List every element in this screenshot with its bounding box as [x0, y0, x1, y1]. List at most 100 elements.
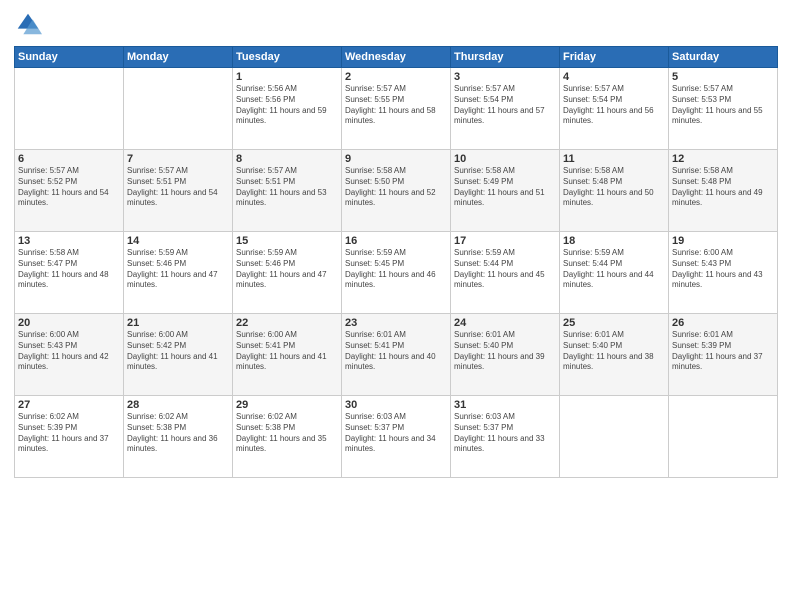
calendar-cell: 25Sunrise: 6:01 AM Sunset: 5:40 PM Dayli… [560, 314, 669, 396]
day-number: 24 [454, 317, 556, 329]
day-number: 29 [236, 399, 338, 411]
day-number: 31 [454, 399, 556, 411]
calendar-cell: 3Sunrise: 5:57 AM Sunset: 5:54 PM Daylig… [451, 68, 560, 150]
calendar-cell: 22Sunrise: 6:00 AM Sunset: 5:41 PM Dayli… [233, 314, 342, 396]
weekday-header: Monday [124, 47, 233, 68]
day-info: Sunrise: 5:58 AM Sunset: 5:47 PM Dayligh… [18, 248, 120, 291]
calendar-cell: 5Sunrise: 5:57 AM Sunset: 5:53 PM Daylig… [669, 68, 778, 150]
calendar-cell: 10Sunrise: 5:58 AM Sunset: 5:49 PM Dayli… [451, 150, 560, 232]
calendar-cell [15, 68, 124, 150]
day-info: Sunrise: 6:00 AM Sunset: 5:43 PM Dayligh… [18, 330, 120, 373]
calendar-cell: 24Sunrise: 6:01 AM Sunset: 5:40 PM Dayli… [451, 314, 560, 396]
day-number: 18 [563, 235, 665, 247]
calendar-header: SundayMondayTuesdayWednesdayThursdayFrid… [15, 47, 778, 68]
day-info: Sunrise: 6:02 AM Sunset: 5:38 PM Dayligh… [236, 412, 338, 455]
day-number: 22 [236, 317, 338, 329]
calendar-cell: 15Sunrise: 5:59 AM Sunset: 5:46 PM Dayli… [233, 232, 342, 314]
logo-icon [14, 10, 42, 38]
calendar-cell: 12Sunrise: 5:58 AM Sunset: 5:48 PM Dayli… [669, 150, 778, 232]
day-number: 9 [345, 153, 447, 165]
day-number: 5 [672, 71, 774, 83]
calendar-cell: 23Sunrise: 6:01 AM Sunset: 5:41 PM Dayli… [342, 314, 451, 396]
day-info: Sunrise: 6:00 AM Sunset: 5:43 PM Dayligh… [672, 248, 774, 291]
weekday-header: Thursday [451, 47, 560, 68]
calendar-cell: 7Sunrise: 5:57 AM Sunset: 5:51 PM Daylig… [124, 150, 233, 232]
calendar-cell: 19Sunrise: 6:00 AM Sunset: 5:43 PM Dayli… [669, 232, 778, 314]
calendar-cell: 9Sunrise: 5:58 AM Sunset: 5:50 PM Daylig… [342, 150, 451, 232]
calendar-cell: 17Sunrise: 5:59 AM Sunset: 5:44 PM Dayli… [451, 232, 560, 314]
day-number: 28 [127, 399, 229, 411]
day-info: Sunrise: 6:01 AM Sunset: 5:40 PM Dayligh… [454, 330, 556, 373]
day-number: 1 [236, 71, 338, 83]
day-number: 3 [454, 71, 556, 83]
calendar-cell [560, 396, 669, 478]
weekday-row: SundayMondayTuesdayWednesdayThursdayFrid… [15, 47, 778, 68]
day-info: Sunrise: 5:59 AM Sunset: 5:46 PM Dayligh… [236, 248, 338, 291]
day-info: Sunrise: 5:57 AM Sunset: 5:54 PM Dayligh… [454, 84, 556, 127]
weekday-header: Tuesday [233, 47, 342, 68]
day-info: Sunrise: 5:58 AM Sunset: 5:48 PM Dayligh… [563, 166, 665, 209]
calendar-cell: 21Sunrise: 6:00 AM Sunset: 5:42 PM Dayli… [124, 314, 233, 396]
day-info: Sunrise: 5:58 AM Sunset: 5:50 PM Dayligh… [345, 166, 447, 209]
day-number: 13 [18, 235, 120, 247]
calendar-table: SundayMondayTuesdayWednesdayThursdayFrid… [14, 46, 778, 478]
calendar-week-row: 27Sunrise: 6:02 AM Sunset: 5:39 PM Dayli… [15, 396, 778, 478]
calendar-week-row: 20Sunrise: 6:00 AM Sunset: 5:43 PM Dayli… [15, 314, 778, 396]
day-info: Sunrise: 6:00 AM Sunset: 5:41 PM Dayligh… [236, 330, 338, 373]
calendar-cell: 13Sunrise: 5:58 AM Sunset: 5:47 PM Dayli… [15, 232, 124, 314]
day-number: 8 [236, 153, 338, 165]
day-info: Sunrise: 6:03 AM Sunset: 5:37 PM Dayligh… [345, 412, 447, 455]
calendar-cell: 2Sunrise: 5:57 AM Sunset: 5:55 PM Daylig… [342, 68, 451, 150]
calendar-cell [124, 68, 233, 150]
calendar-cell: 4Sunrise: 5:57 AM Sunset: 5:54 PM Daylig… [560, 68, 669, 150]
day-info: Sunrise: 5:57 AM Sunset: 5:53 PM Dayligh… [672, 84, 774, 127]
calendar-week-row: 13Sunrise: 5:58 AM Sunset: 5:47 PM Dayli… [15, 232, 778, 314]
calendar-cell: 1Sunrise: 5:56 AM Sunset: 5:56 PM Daylig… [233, 68, 342, 150]
day-info: Sunrise: 5:57 AM Sunset: 5:52 PM Dayligh… [18, 166, 120, 209]
weekday-header: Wednesday [342, 47, 451, 68]
day-number: 21 [127, 317, 229, 329]
day-info: Sunrise: 5:59 AM Sunset: 5:44 PM Dayligh… [454, 248, 556, 291]
day-number: 17 [454, 235, 556, 247]
logo [14, 10, 46, 38]
day-number: 11 [563, 153, 665, 165]
calendar-cell: 18Sunrise: 5:59 AM Sunset: 5:44 PM Dayli… [560, 232, 669, 314]
calendar-cell: 27Sunrise: 6:02 AM Sunset: 5:39 PM Dayli… [15, 396, 124, 478]
calendar-cell: 26Sunrise: 6:01 AM Sunset: 5:39 PM Dayli… [669, 314, 778, 396]
calendar-week-row: 6Sunrise: 5:57 AM Sunset: 5:52 PM Daylig… [15, 150, 778, 232]
day-info: Sunrise: 5:59 AM Sunset: 5:46 PM Dayligh… [127, 248, 229, 291]
weekday-header: Sunday [15, 47, 124, 68]
day-number: 6 [18, 153, 120, 165]
calendar-cell: 6Sunrise: 5:57 AM Sunset: 5:52 PM Daylig… [15, 150, 124, 232]
day-number: 30 [345, 399, 447, 411]
day-number: 10 [454, 153, 556, 165]
weekday-header: Friday [560, 47, 669, 68]
day-info: Sunrise: 5:59 AM Sunset: 5:45 PM Dayligh… [345, 248, 447, 291]
day-info: Sunrise: 5:57 AM Sunset: 5:55 PM Dayligh… [345, 84, 447, 127]
calendar-cell: 11Sunrise: 5:58 AM Sunset: 5:48 PM Dayli… [560, 150, 669, 232]
day-number: 23 [345, 317, 447, 329]
day-number: 14 [127, 235, 229, 247]
day-number: 25 [563, 317, 665, 329]
day-info: Sunrise: 5:58 AM Sunset: 5:49 PM Dayligh… [454, 166, 556, 209]
day-info: Sunrise: 5:59 AM Sunset: 5:44 PM Dayligh… [563, 248, 665, 291]
calendar-container: SundayMondayTuesdayWednesdayThursdayFrid… [0, 0, 792, 612]
day-number: 27 [18, 399, 120, 411]
day-number: 19 [672, 235, 774, 247]
day-number: 12 [672, 153, 774, 165]
calendar-cell [669, 396, 778, 478]
day-info: Sunrise: 6:01 AM Sunset: 5:40 PM Dayligh… [563, 330, 665, 373]
day-info: Sunrise: 5:56 AM Sunset: 5:56 PM Dayligh… [236, 84, 338, 127]
day-number: 26 [672, 317, 774, 329]
day-number: 16 [345, 235, 447, 247]
day-info: Sunrise: 6:01 AM Sunset: 5:41 PM Dayligh… [345, 330, 447, 373]
calendar-cell: 30Sunrise: 6:03 AM Sunset: 5:37 PM Dayli… [342, 396, 451, 478]
day-info: Sunrise: 5:57 AM Sunset: 5:54 PM Dayligh… [563, 84, 665, 127]
calendar-cell: 29Sunrise: 6:02 AM Sunset: 5:38 PM Dayli… [233, 396, 342, 478]
header [14, 10, 778, 38]
day-number: 7 [127, 153, 229, 165]
day-info: Sunrise: 5:58 AM Sunset: 5:48 PM Dayligh… [672, 166, 774, 209]
day-info: Sunrise: 6:03 AM Sunset: 5:37 PM Dayligh… [454, 412, 556, 455]
weekday-header: Saturday [669, 47, 778, 68]
day-info: Sunrise: 6:00 AM Sunset: 5:42 PM Dayligh… [127, 330, 229, 373]
